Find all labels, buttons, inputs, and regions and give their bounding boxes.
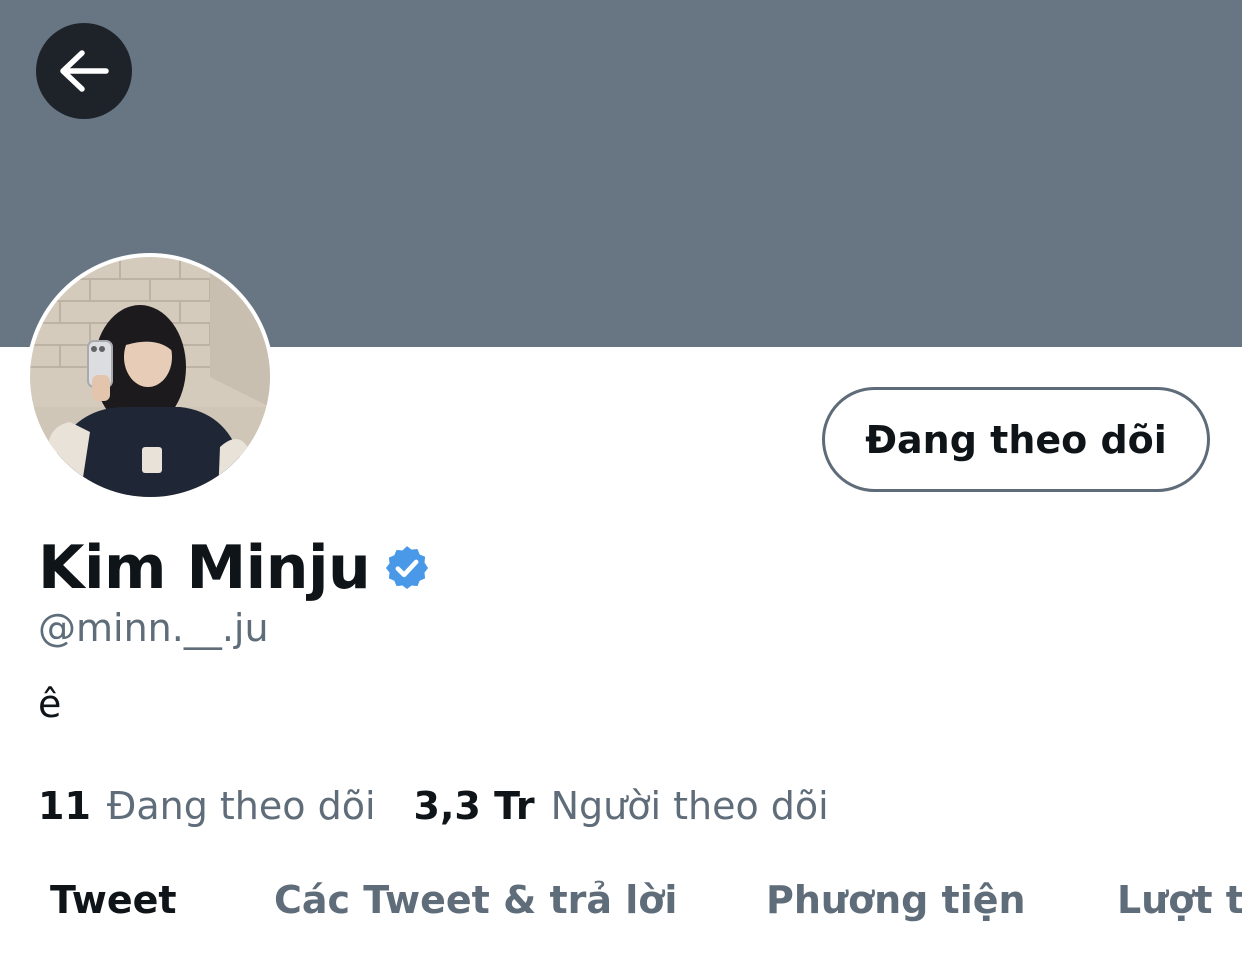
following-count: 11 bbox=[38, 784, 91, 828]
tab-likes[interactable]: Lượt thích bbox=[1117, 878, 1242, 922]
profile-handle: @minn.__.ju bbox=[38, 606, 269, 650]
profile-avatar[interactable] bbox=[26, 253, 274, 501]
profile-tabs: Tweet Các Tweet & trả lời Phương tiện Lư… bbox=[0, 870, 1242, 940]
back-button[interactable] bbox=[36, 23, 132, 119]
verified-badge-icon[interactable] bbox=[382, 543, 432, 593]
name-row: Kim Minju bbox=[38, 528, 432, 608]
following-label: Đang theo dõi bbox=[106, 784, 376, 828]
arrow-left-icon bbox=[60, 50, 109, 92]
followers-count: 3,3 Tr bbox=[413, 784, 535, 828]
followers-stat-link[interactable]: 3,3 Tr Người theo dõi bbox=[414, 784, 829, 828]
profile-stats: 11 Đang theo dõi 3,3 Tr Người theo dõi bbox=[38, 784, 829, 828]
avatar-photo bbox=[30, 257, 270, 497]
tab-media[interactable]: Phương tiện bbox=[766, 878, 1026, 922]
following-stat-link[interactable]: 11 Đang theo dõi bbox=[38, 784, 376, 828]
following-button-label: Đang theo dõi bbox=[865, 417, 1167, 462]
followers-label: Người theo dõi bbox=[550, 784, 829, 828]
tab-tweets-and-replies[interactable]: Các Tweet & trả lời bbox=[274, 878, 677, 922]
profile-page: Đang theo dõi Kim Minju @minn.__.ju ê 11… bbox=[0, 0, 1242, 959]
display-name: Kim Minju bbox=[38, 533, 371, 603]
tab-tweets[interactable]: Tweet bbox=[50, 878, 177, 922]
following-button[interactable]: Đang theo dõi bbox=[822, 387, 1210, 492]
profile-bio: ê bbox=[38, 682, 62, 726]
